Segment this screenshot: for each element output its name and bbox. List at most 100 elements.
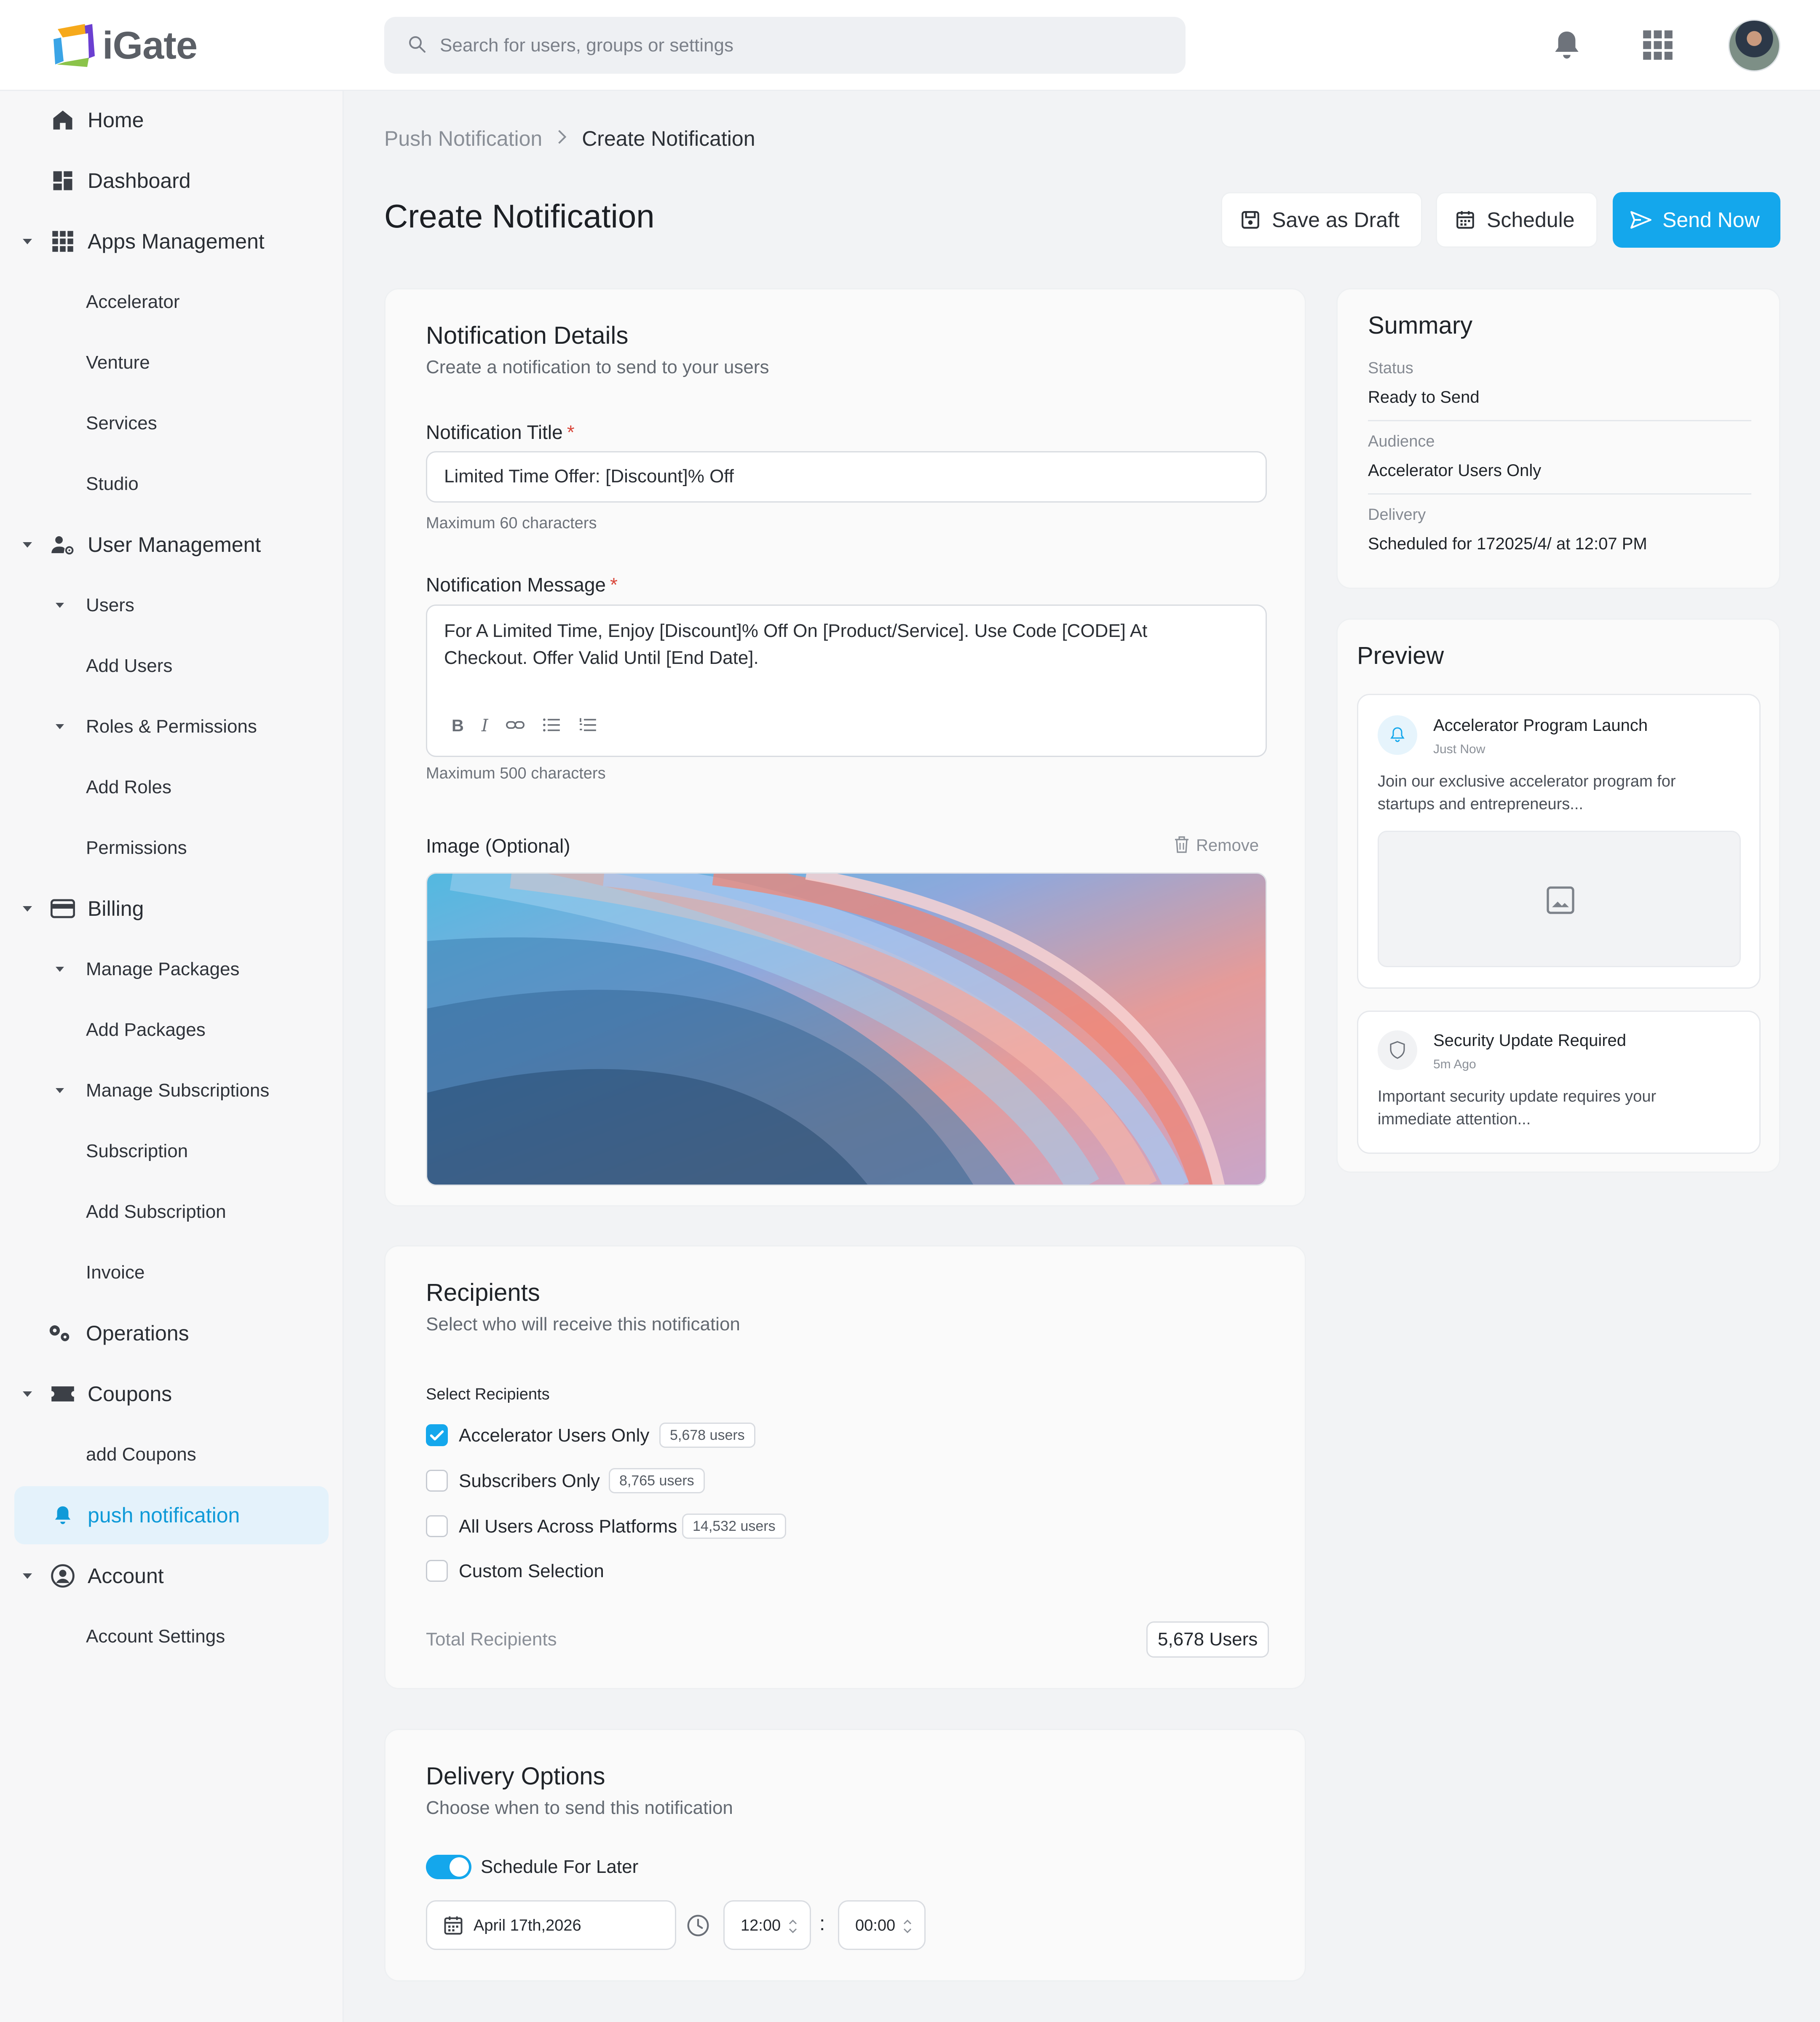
sidebar-item-manage-subscriptions[interactable]: Manage Subscriptions: [14, 1062, 329, 1120]
sidebar-item-add-users[interactable]: Add Users: [14, 637, 329, 695]
search-input[interactable]: Search for users, groups or settings: [440, 35, 733, 56]
up-down-arrows-icon[interactable]: [788, 1916, 798, 1939]
date-picker[interactable]: April 17th,2026: [426, 1900, 676, 1950]
chevron-down-icon[interactable]: [56, 724, 64, 729]
option-label[interactable]: Custom Selection: [459, 1561, 604, 1582]
option-label[interactable]: Accelerator Users Only: [459, 1425, 649, 1446]
preview-notification-card[interactable]: Security Update Required 5m Ago Importan…: [1357, 1011, 1761, 1154]
toggle-knob: [450, 1857, 469, 1877]
sidebar-item-label: Operations: [86, 1321, 189, 1345]
bullet-list-icon[interactable]: [542, 717, 561, 735]
audience-value: Accelerator Users Only: [1368, 461, 1542, 480]
minute-stepper[interactable]: 00:00: [838, 1900, 926, 1950]
sidebar-item-dashboard[interactable]: Dashboard: [14, 152, 329, 210]
preview-notification-card[interactable]: Accelerator Program Launch Just Now Join…: [1357, 694, 1761, 989]
notification-title-input[interactable]: Limited Time Offer: [Discount]% Off: [426, 451, 1267, 503]
chevron-down-icon[interactable]: [56, 1088, 64, 1093]
preview-title: Security Update Required: [1433, 1031, 1627, 1050]
total-recipients-label: Total Recipients: [426, 1629, 557, 1650]
chevron-down-icon[interactable]: [23, 1573, 32, 1579]
sidebar-item-add-roles[interactable]: Add Roles: [14, 758, 329, 816]
chevron-down-icon[interactable]: [23, 542, 32, 548]
notification-message-label: Notification Message *: [426, 573, 618, 596]
sidebar-item-services[interactable]: Services: [14, 394, 329, 452]
user-count-badge: 8,765 users: [609, 1468, 705, 1493]
sidebar-item-subscription[interactable]: Subscription: [14, 1122, 329, 1180]
preview-body-line-1: Important security update requires your: [1378, 1088, 1657, 1105]
divider: [1368, 420, 1751, 421]
save-draft-button[interactable]: Save as Draft: [1221, 192, 1422, 248]
hour-stepper[interactable]: 12:00: [723, 1900, 811, 1950]
notification-image[interactable]: [426, 872, 1267, 1186]
option-label[interactable]: All Users Across Platforms: [459, 1516, 677, 1537]
chevron-down-icon[interactable]: [23, 1391, 32, 1397]
numbered-list-icon[interactable]: [578, 717, 597, 735]
chevron-down-icon[interactable]: [23, 906, 32, 912]
sidebar-item-add-coupons[interactable]: add Coupons: [14, 1426, 329, 1484]
sidebar-item-billing[interactable]: Billing: [14, 880, 329, 938]
search-bar[interactable]: Search for users, groups or settings: [384, 17, 1186, 74]
sidebar-item-accelerator[interactable]: Accelerator: [14, 273, 329, 331]
trash-icon: [1173, 835, 1190, 856]
preview-body-line-2: immediate attention...: [1378, 1110, 1531, 1128]
link-icon[interactable]: [506, 719, 525, 733]
checkbox-accelerator-users[interactable]: [426, 1424, 448, 1446]
calendar-icon: [1453, 208, 1477, 232]
clock-icon: [686, 1914, 710, 1939]
notification-message-textarea[interactable]: For A Limited Time, Enjoy [Discount]% Of…: [426, 604, 1267, 757]
user-avatar[interactable]: [1728, 19, 1780, 72]
select-recipients-label: Select Recipients: [426, 1385, 550, 1403]
schedule-later-toggle[interactable]: [426, 1855, 471, 1879]
send-icon: [1629, 208, 1653, 232]
bell-icon[interactable]: [1544, 22, 1590, 68]
sidebar-item-label: Roles & Permissions: [86, 716, 257, 737]
app-logo[interactable]: iGate: [48, 20, 198, 71]
sidebar-item-manage-packages[interactable]: Manage Packages: [14, 940, 329, 998]
italic-icon[interactable]: I: [482, 716, 488, 736]
sidebar-item-invoice[interactable]: Invoice: [14, 1244, 329, 1302]
option-label[interactable]: Subscribers Only: [459, 1471, 600, 1492]
sidebar-item-label: Subscription: [86, 1141, 188, 1161]
sidebar-item-user-management[interactable]: User Management: [14, 516, 329, 574]
checkbox-custom-selection[interactable]: [426, 1560, 448, 1582]
sidebar-item-home[interactable]: Home: [14, 91, 329, 149]
total-recipients-value: 5,678 Users: [1146, 1621, 1269, 1658]
sidebar-item-studio[interactable]: Studio: [14, 455, 329, 513]
chevron-down-icon[interactable]: [23, 238, 32, 244]
sidebar-item-add-packages[interactable]: Add Packages: [14, 1001, 329, 1059]
sidebar-item-push-notification[interactable]: push notification: [14, 1486, 329, 1544]
audience-label: Audience: [1368, 433, 1435, 450]
sidebar-item-venture[interactable]: Venture: [14, 334, 329, 392]
delivery-value: Scheduled for 172025/4/ at 12:07 PM: [1368, 535, 1647, 553]
chevron-down-icon[interactable]: [56, 967, 64, 972]
bell-icon: [50, 1502, 76, 1528]
title-hint: Maximum 60 characters: [426, 514, 597, 532]
remove-image-button[interactable]: Remove: [1173, 835, 1259, 856]
schedule-button[interactable]: Schedule: [1436, 192, 1598, 248]
logo-icon: [48, 21, 98, 70]
up-down-arrows-icon[interactable]: [902, 1916, 913, 1939]
sidebar-item-roles-permissions[interactable]: Roles & Permissions: [14, 698, 329, 756]
sidebar-item-permissions[interactable]: Permissions: [14, 819, 329, 877]
sidebar-item-coupons[interactable]: Coupons: [14, 1365, 329, 1423]
checkbox-subscribers[interactable]: [426, 1470, 448, 1492]
send-now-button[interactable]: Send Now: [1613, 192, 1780, 248]
breadcrumb-parent[interactable]: Push Notification: [384, 126, 542, 151]
sidebar-item-users[interactable]: Users: [14, 576, 329, 634]
summary-card: Summary Status Ready to Send Audience Ac…: [1336, 288, 1780, 589]
required-mark: *: [567, 421, 575, 443]
sidebar-item-account[interactable]: Account: [14, 1547, 329, 1605]
sidebar-item-operations[interactable]: Operations: [14, 1304, 329, 1362]
chevron-right-icon: [557, 127, 567, 150]
checkbox-all-users[interactable]: [426, 1515, 448, 1537]
sidebar-item-add-subscription[interactable]: Add Subscription: [14, 1183, 329, 1241]
search-icon: [407, 34, 427, 56]
dashboard-icon: [50, 168, 76, 194]
chevron-down-icon[interactable]: [56, 603, 64, 608]
time-separator: :: [819, 1912, 825, 1935]
sidebar-item-label: Home: [88, 108, 144, 132]
sidebar-item-account-settings[interactable]: Account Settings: [14, 1607, 329, 1666]
apps-grid-icon[interactable]: [1635, 22, 1681, 68]
bold-icon[interactable]: B: [452, 717, 464, 736]
sidebar-item-apps-management[interactable]: Apps Management: [14, 212, 329, 270]
